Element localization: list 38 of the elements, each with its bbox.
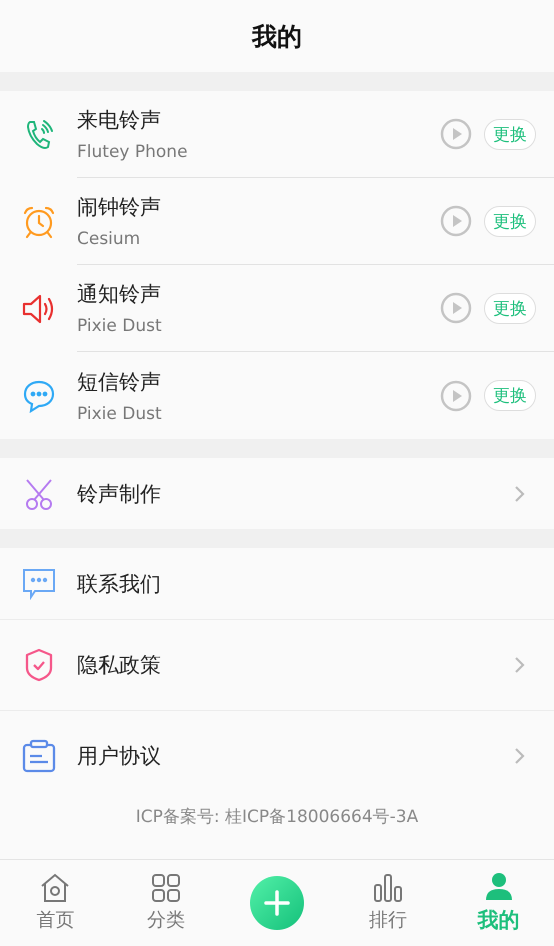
clipboard-icon	[22, 739, 56, 773]
alarm-clock-icon	[22, 204, 56, 238]
change-button[interactable]: 更换	[484, 292, 536, 324]
scissors-icon	[24, 478, 54, 510]
speaker-icon	[22, 294, 56, 324]
play-icon[interactable]	[440, 292, 472, 324]
change-button[interactable]: 更换	[484, 206, 536, 236]
play-icon[interactable]	[440, 380, 472, 412]
play-icon[interactable]	[440, 205, 472, 237]
ringtone-name: Cesium	[77, 229, 142, 249]
tab[interactable]: 排行	[332, 860, 444, 946]
change-button[interactable]: 更换	[484, 118, 536, 150]
icp-notice: ICP备案号: 桂ICP备18006664号-3A	[136, 806, 418, 828]
play-icon[interactable]	[440, 118, 472, 150]
message-icon	[22, 378, 56, 412]
home-icon	[40, 873, 70, 903]
shield-icon	[24, 648, 54, 682]
menu-label[interactable]: 铃声制作	[77, 480, 514, 508]
ringtone-type: 短信铃声	[77, 368, 162, 396]
ringtone-type: 闹钟铃声	[77, 194, 162, 221]
ringtone-name: Pixie Dust	[77, 404, 163, 424]
bar-chart-icon	[372, 873, 403, 903]
tab[interactable]: 首页	[0, 860, 111, 946]
page-title: 我的	[252, 20, 302, 52]
tab[interactable]: 分类	[110, 860, 222, 946]
grid-icon	[151, 873, 182, 903]
ringtone-type: 通知铃声	[77, 281, 162, 308]
menu-label[interactable]: 隐私政策	[77, 651, 514, 679]
chat-icon	[22, 568, 56, 600]
person-icon	[484, 872, 514, 902]
menu-label[interactable]: 联系我们	[77, 570, 526, 598]
tab[interactable]: 我的	[443, 860, 554, 946]
menu-label[interactable]: 用户协议	[77, 742, 514, 770]
change-button[interactable]: 更换	[484, 380, 536, 411]
ringtone-name: Pixie Dust	[77, 316, 163, 336]
ringtone-name: Flutey Phone	[77, 142, 189, 162]
plus-icon	[264, 890, 290, 916]
ringtone-type: 来电铃声	[77, 107, 162, 134]
